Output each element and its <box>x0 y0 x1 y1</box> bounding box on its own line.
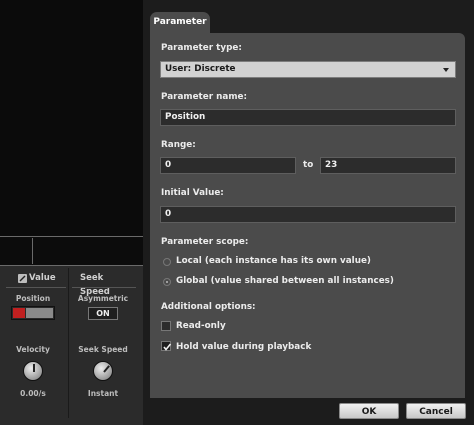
read-only-checkbox[interactable] <box>161 321 171 331</box>
scope-local-label[interactable]: Local (each instance has its own value) <box>176 256 371 266</box>
parameter-type-value: User: Discrete <box>165 64 236 74</box>
checkmark-icon <box>163 343 172 351</box>
hold-value-label[interactable]: Hold value during playback <box>176 342 311 352</box>
seek-speed-header: Seek Speed <box>80 273 110 297</box>
read-only-label[interactable]: Read-only <box>176 321 226 331</box>
initial-value-label: Initial Value: <box>161 188 224 198</box>
track-divider <box>32 238 33 264</box>
position-value-field[interactable] <box>11 306 55 320</box>
header-divider <box>6 287 66 288</box>
edit-icon[interactable] <box>18 274 27 283</box>
header-divider <box>72 287 136 288</box>
value-header: Value <box>29 273 56 283</box>
velocity-value: 0.00/s <box>20 389 46 398</box>
range-min-field[interactable]: 0 <box>160 157 296 174</box>
scope-local-radio[interactable] <box>163 258 171 266</box>
position-track <box>26 308 53 318</box>
velocity-knob[interactable] <box>23 361 43 381</box>
seek-speed-value: Instant <box>87 389 119 398</box>
additional-options-label: Additional options: <box>161 302 256 312</box>
hold-value-checkbox[interactable] <box>161 341 172 351</box>
asymmetric-toggle[interactable]: ON <box>88 307 118 320</box>
parameter-type-select[interactable]: User: Discrete <box>160 61 456 78</box>
timeline-viewport <box>0 0 143 236</box>
scope-global-radio[interactable] <box>163 278 171 286</box>
range-max-field[interactable]: 23 <box>320 157 456 174</box>
cancel-button[interactable]: Cancel <box>406 403 466 419</box>
position-label: Position <box>15 294 51 303</box>
parameter-scope-label: Parameter scope: <box>161 237 249 247</box>
velocity-label: Velocity <box>16 345 50 354</box>
track-strip <box>0 236 143 266</box>
parameter-name-label: Parameter name: <box>161 92 247 102</box>
tab-parameter[interactable]: Parameter <box>150 12 210 33</box>
ok-button[interactable]: OK <box>339 403 399 419</box>
panel-divider <box>68 268 69 418</box>
initial-value-field[interactable]: 0 <box>160 206 456 223</box>
seek-speed-label: Seek Speed <box>78 345 128 354</box>
scope-global-label[interactable]: Global (value shared between all instanc… <box>176 276 394 286</box>
parameter-type-label: Parameter type: <box>161 43 242 53</box>
parameter-name-field[interactable]: Position <box>160 109 456 126</box>
seek-speed-knob[interactable] <box>93 361 113 381</box>
chevron-down-icon <box>443 68 449 72</box>
range-to-label: to <box>303 160 314 170</box>
range-label: Range: <box>161 140 196 150</box>
position-indicator <box>13 308 25 318</box>
asymmetric-label: Asymmetric <box>77 294 129 303</box>
